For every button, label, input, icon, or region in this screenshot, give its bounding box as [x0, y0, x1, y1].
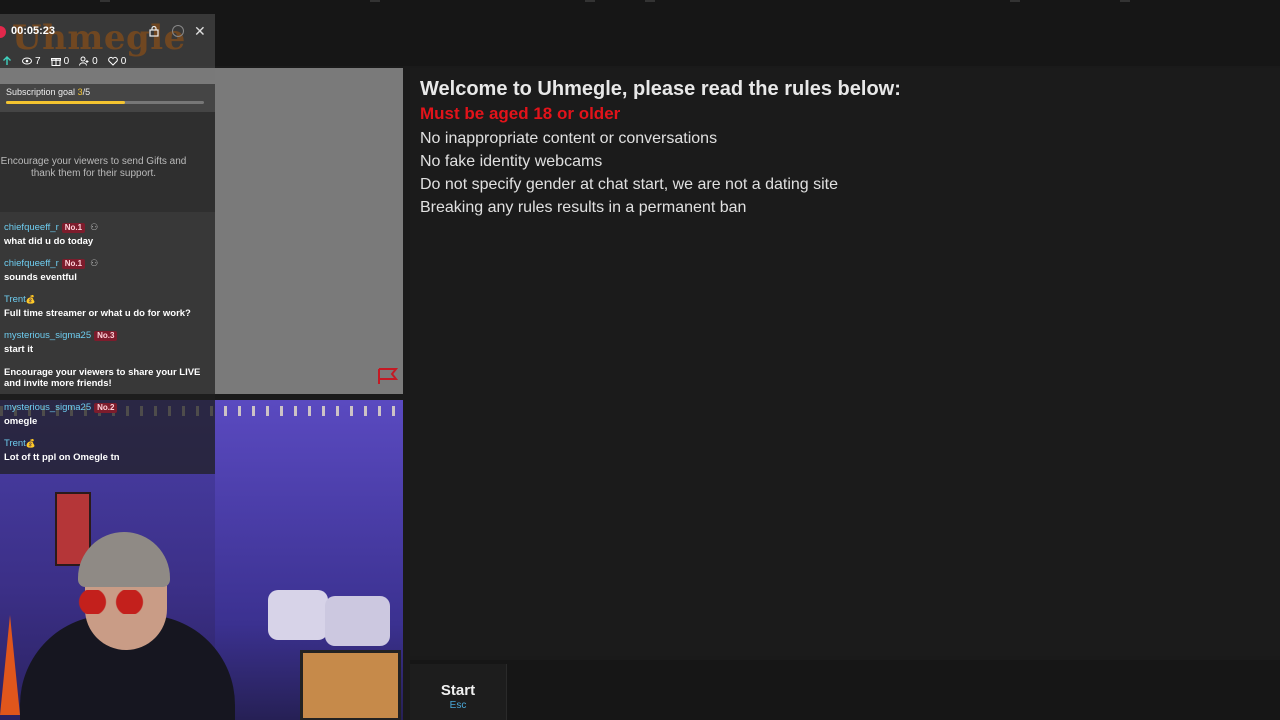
circle-icon[interactable] — [172, 25, 184, 37]
likes-count: 0 — [120, 55, 127, 67]
chat-message: Trent💰 Lot of tt ppl on Omegle tn — [4, 438, 120, 463]
rank-badge: No.3 — [94, 331, 118, 341]
rule-line: No inappropriate content or conversation… — [420, 130, 718, 147]
chat-username: Trent — [4, 438, 26, 449]
close-icon[interactable]: ✕ — [194, 23, 206, 40]
chat-message: mysterious_sigma25 No.3 start it — [4, 330, 118, 355]
chat-text: what did u do today — [4, 236, 94, 247]
chat-message: Trent💰 Full time streamer or what u do f… — [4, 294, 191, 319]
chat-username: Trent — [4, 294, 26, 305]
rules-title: Welcome to Uhmegle, please read the rule… — [420, 78, 901, 100]
gifts-prompt: Encourage your viewers to send Gifts and… — [0, 156, 187, 179]
chat-username: chiefqueeff_r — [4, 222, 59, 233]
chat-message: chiefqueeff_r No.1 ⚇ what did u do today — [4, 222, 98, 247]
rule-line: Do not specify gender at chat start, we … — [420, 176, 839, 193]
joined-stat: 0 — [79, 54, 98, 68]
report-flag-icon[interactable] — [377, 367, 399, 385]
rule-line: No fake identity webcams — [420, 153, 603, 170]
chat-text: omegle — [4, 416, 38, 427]
overlay-header: Uhmegle 00:05:23 ✕ 7 0 0 0 — [0, 14, 215, 80]
chat-username: chiefqueeff_r — [4, 258, 59, 269]
gifts-count: 0 — [63, 55, 70, 67]
laptop — [300, 650, 401, 720]
eye-icon — [22, 57, 32, 65]
likes-stat: 0 — [107, 54, 127, 68]
chat-text: Full time streamer or what u do for work… — [4, 308, 191, 319]
money-bag-icon: 💰 — [25, 295, 36, 304]
age-warning: Must be aged 18 or older — [420, 104, 621, 123]
start-button[interactable]: Start Esc — [410, 664, 507, 720]
start-shortcut-key: Esc — [449, 700, 467, 711]
chat-username: mysterious_sigma25 — [4, 402, 92, 413]
lock-icon[interactable] — [148, 25, 160, 37]
chat-feed: chiefqueeff_r No.1 ⚇ what did u do today c… — [0, 212, 215, 474]
subscription-goal[interactable]: Subscription goal 3/5 — [0, 84, 215, 112]
chat-message: chiefqueeff_r No.1 ⚇ sounds eventful — [4, 258, 98, 283]
user-add-icon — [79, 56, 89, 66]
viewers-count: 7 — [35, 55, 41, 67]
uhmegle-logo: Uhmegle — [12, 18, 186, 58]
stream-timer: 00:05:23 — [11, 25, 56, 37]
chat-message: mysterious_sigma25 No.2 omegle — [4, 402, 118, 427]
arrow-up-icon — [3, 56, 11, 65]
rank-badge: No.2 — [94, 403, 118, 413]
rules-panel: Welcome to Uhmegle, please read the rule… — [410, 68, 1280, 656]
goal-progress-fill — [6, 101, 125, 104]
chat-username: mysterious_sigma25 — [4, 330, 92, 341]
chat-text: start it — [4, 344, 34, 355]
gifts-stat: 0 — [50, 54, 70, 68]
stream-overlay: Uhmegle 00:05:23 ✕ 7 0 0 0 Subscription … — [0, 14, 215, 474]
share-prompt: Encourage your viewers to share your LIV… — [4, 367, 201, 389]
heart-icon — [107, 56, 118, 66]
group-icon: ⚇ — [90, 222, 99, 232]
joined-count: 0 — [92, 55, 98, 67]
rank-badge: No.1 — [61, 259, 86, 269]
stream-stats: 7 0 0 0 — [2, 54, 136, 68]
group-icon: ⚇ — [90, 258, 99, 268]
viewers-stat: 7 — [22, 54, 41, 68]
money-bag-icon: 💰 — [25, 439, 36, 448]
goal-label: Subscription goal 3/5 — [6, 87, 91, 97]
chat-text: Lot of tt ppl on Omegle tn — [4, 452, 120, 463]
gift-icon — [50, 58, 61, 66]
live-dot-icon — [0, 26, 6, 38]
upload-stat — [2, 54, 12, 68]
control-bar: Start Esc — [410, 660, 1280, 720]
chat-text: sounds eventful — [4, 272, 77, 283]
rank-badge: No.1 — [61, 223, 86, 233]
rule-line: Breaking any rules results in a permanen… — [420, 199, 747, 216]
start-button-label: Start — [440, 682, 476, 699]
gifts-prompt-box: Encourage your viewers to send Gifts and… — [0, 112, 215, 212]
